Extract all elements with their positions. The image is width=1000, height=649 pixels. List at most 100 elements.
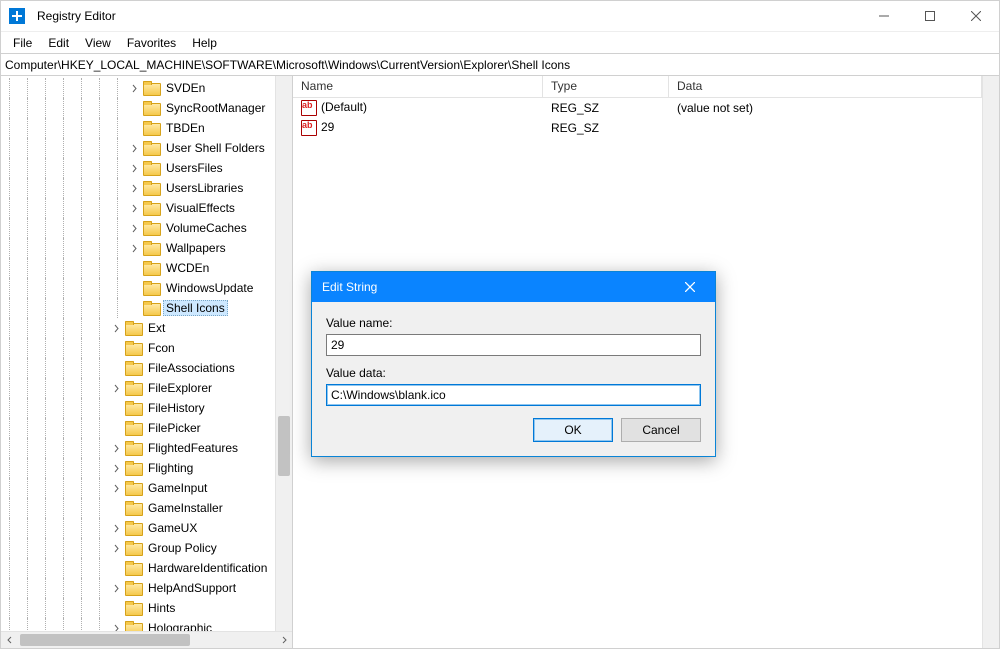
column-header-name[interactable]: Name — [293, 76, 543, 97]
chevron-right-icon[interactable] — [127, 241, 141, 255]
tree-item[interactable]: TBDEn — [1, 118, 292, 138]
folder-icon — [143, 221, 159, 235]
menu-view[interactable]: View — [77, 34, 119, 52]
tree-item[interactable]: FlightedFeatures — [1, 438, 292, 458]
column-header-type[interactable]: Type — [543, 76, 669, 97]
list-vertical-scrollbar[interactable] — [982, 76, 999, 648]
chevron-right-icon[interactable] — [127, 201, 141, 215]
menu-file[interactable]: File — [5, 34, 40, 52]
chevron-right-icon[interactable] — [109, 521, 123, 535]
tree-item[interactable]: HelpAndSupport — [1, 578, 292, 598]
tree-item[interactable]: Ext — [1, 318, 292, 338]
tree-item[interactable]: UsersFiles — [1, 158, 292, 178]
tree-item[interactable]: User Shell Folders — [1, 138, 292, 158]
tree-item-label: FileExplorer — [145, 380, 215, 396]
tree-item[interactable]: Fcon — [1, 338, 292, 358]
tree-item[interactable]: HardwareIdentification — [1, 558, 292, 578]
tree-item[interactable]: Holographic — [1, 618, 292, 631]
chevron-right-icon[interactable] — [109, 461, 123, 475]
chevron-right-icon[interactable] — [127, 81, 141, 95]
tree-item[interactable]: FileAssociations — [1, 358, 292, 378]
value-type: REG_SZ — [543, 101, 669, 115]
chevron-right-icon[interactable] — [109, 381, 123, 395]
tree-item[interactable]: FilePicker — [1, 418, 292, 438]
maximize-button[interactable] — [907, 1, 953, 32]
tree-item[interactable]: SVDEn — [1, 78, 292, 98]
scroll-right-icon[interactable] — [275, 632, 292, 648]
tree-item[interactable]: Wallpapers — [1, 238, 292, 258]
tree-vertical-scrollbar-thumb[interactable] — [278, 416, 290, 476]
tree-item[interactable]: GameUX — [1, 518, 292, 538]
tree-item[interactable]: FileExplorer — [1, 378, 292, 398]
regedit-icon — [9, 8, 25, 24]
folder-icon — [143, 161, 159, 175]
tree-horizontal-scrollbar[interactable] — [1, 631, 292, 648]
tree-item-label: UsersFiles — [163, 160, 226, 176]
tree-vertical-scrollbar[interactable] — [275, 76, 292, 631]
chevron-right-icon[interactable] — [109, 441, 123, 455]
chevron-right-icon[interactable] — [109, 621, 123, 631]
scroll-left-icon[interactable] — [1, 632, 18, 648]
chevron-right-icon[interactable] — [127, 221, 141, 235]
menu-favorites[interactable]: Favorites — [119, 34, 184, 52]
address-bar[interactable]: Computer\HKEY_LOCAL_MACHINE\SOFTWARE\Mic… — [1, 54, 999, 76]
tree-item-label: HelpAndSupport — [145, 580, 239, 596]
value-data-input[interactable] — [326, 384, 701, 406]
chevron-right-icon[interactable] — [109, 481, 123, 495]
tree-item-label: GameUX — [145, 520, 200, 536]
menu-help[interactable]: Help — [184, 34, 225, 52]
close-button[interactable] — [953, 1, 999, 32]
tree-item[interactable]: Flighting — [1, 458, 292, 478]
expander-placeholder — [127, 261, 141, 275]
folder-icon — [125, 421, 141, 435]
folder-icon — [143, 201, 159, 215]
chevron-right-icon[interactable] — [127, 181, 141, 195]
folder-icon — [125, 621, 141, 631]
tree-item[interactable]: VisualEffects — [1, 198, 292, 218]
tree-view[interactable]: SVDEnSyncRootManagerTBDEnUser Shell Fold… — [1, 76, 292, 631]
value-name-input[interactable] — [326, 334, 701, 356]
tree-item[interactable]: GameInstaller — [1, 498, 292, 518]
list-row[interactable]: (Default)REG_SZ(value not set) — [293, 98, 982, 118]
value-name: (Default) — [321, 100, 367, 114]
dialog-close-button[interactable] — [675, 272, 705, 302]
folder-icon — [143, 241, 159, 255]
tree-item-label: FileHistory — [145, 400, 208, 416]
expander-placeholder — [109, 501, 123, 515]
minimize-button[interactable] — [861, 1, 907, 32]
chevron-right-icon[interactable] — [127, 141, 141, 155]
chevron-right-icon[interactable] — [109, 321, 123, 335]
tree-item[interactable]: Hints — [1, 598, 292, 618]
chevron-right-icon[interactable] — [109, 541, 123, 555]
tree-item[interactable]: GameInput — [1, 478, 292, 498]
expander-placeholder — [109, 421, 123, 435]
tree-item[interactable]: Shell Icons — [1, 298, 292, 318]
chevron-right-icon[interactable] — [127, 161, 141, 175]
tree-item-label: HardwareIdentification — [145, 560, 270, 576]
scrollbar-track[interactable] — [18, 632, 275, 648]
tree-item-label: VolumeCaches — [163, 220, 250, 236]
reg-sz-icon — [301, 100, 317, 116]
folder-icon — [125, 381, 141, 395]
folder-icon — [143, 261, 159, 275]
chevron-right-icon[interactable] — [109, 581, 123, 595]
tree-item-label: Holographic — [145, 620, 215, 631]
tree-item[interactable]: VolumeCaches — [1, 218, 292, 238]
tree-item[interactable]: WCDEn — [1, 258, 292, 278]
ok-button[interactable]: OK — [533, 418, 613, 442]
tree-item[interactable]: UsersLibraries — [1, 178, 292, 198]
scrollbar-thumb[interactable] — [20, 634, 190, 646]
list-row[interactable]: 29REG_SZ — [293, 118, 982, 138]
tree-item[interactable]: SyncRootManager — [1, 98, 292, 118]
folder-icon — [143, 101, 159, 115]
titlebar: Registry Editor — [1, 1, 999, 32]
cancel-button[interactable]: Cancel — [621, 418, 701, 442]
column-header-data[interactable]: Data — [669, 76, 982, 97]
tree-item-label: Group Policy — [145, 540, 220, 556]
tree-item[interactable]: FileHistory — [1, 398, 292, 418]
expander-placeholder — [127, 281, 141, 295]
dialog-titlebar[interactable]: Edit String — [312, 272, 715, 302]
menu-edit[interactable]: Edit — [40, 34, 77, 52]
tree-item[interactable]: Group Policy — [1, 538, 292, 558]
tree-item[interactable]: WindowsUpdate — [1, 278, 292, 298]
